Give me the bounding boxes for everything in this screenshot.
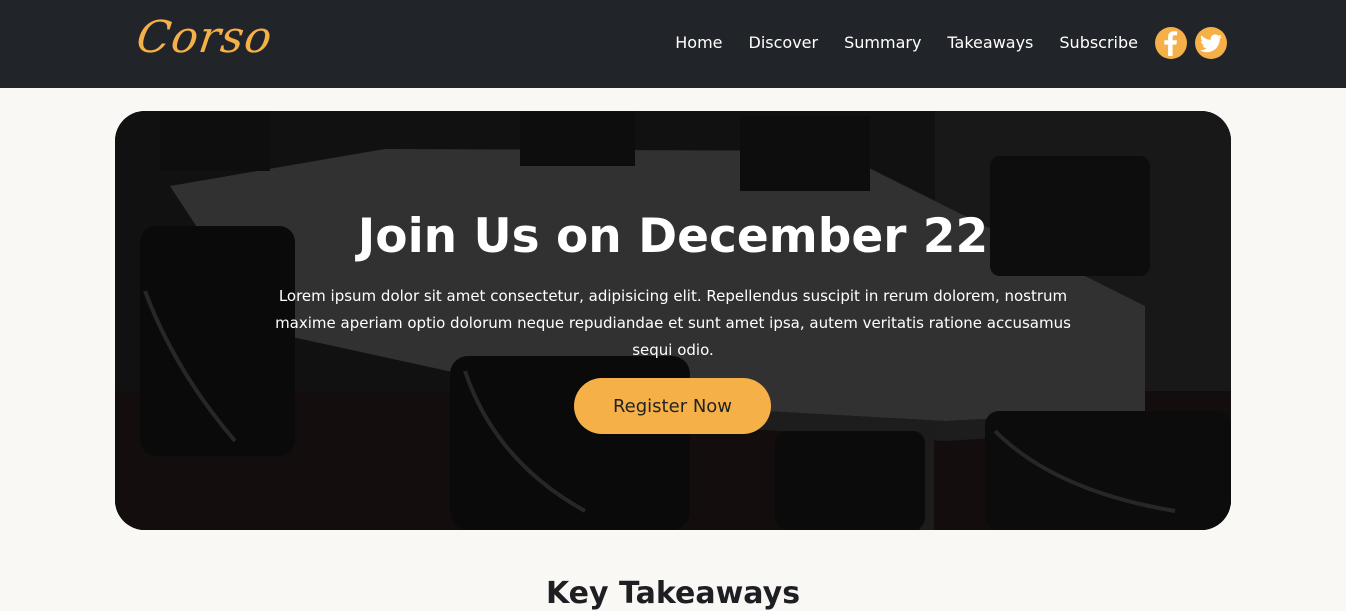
nav-link-summary[interactable]: Summary (844, 33, 921, 52)
register-button[interactable]: Register Now (574, 378, 771, 434)
nav-links: Home Discover Summary Takeaways Subscrib… (675, 33, 1138, 52)
nav-link-discover[interactable]: Discover (749, 33, 819, 52)
nav-link-subscribe[interactable]: Subscribe (1059, 33, 1138, 52)
social-links (1155, 27, 1227, 59)
nav-link-takeaways[interactable]: Takeaways (947, 33, 1033, 52)
twitter-icon[interactable] (1195, 27, 1227, 59)
facebook-glyph (1164, 31, 1178, 56)
logo[interactable]: Corso (133, 12, 275, 63)
section-title-key-takeaways: Key Takeaways (545, 576, 801, 611)
navbar: Corso Home Discover Summary Takeaways Su… (0, 0, 1346, 88)
facebook-icon[interactable] (1155, 27, 1187, 59)
hero-title: Join Us on December 22 (357, 209, 989, 264)
hero-description: Lorem ipsum dolor sit amet consectetur, … (275, 287, 1071, 359)
twitter-glyph (1200, 34, 1222, 53)
hero-banner: Join Us on December 22 Lorem ipsum dolor… (115, 111, 1231, 530)
nav-link-home[interactable]: Home (675, 33, 722, 52)
